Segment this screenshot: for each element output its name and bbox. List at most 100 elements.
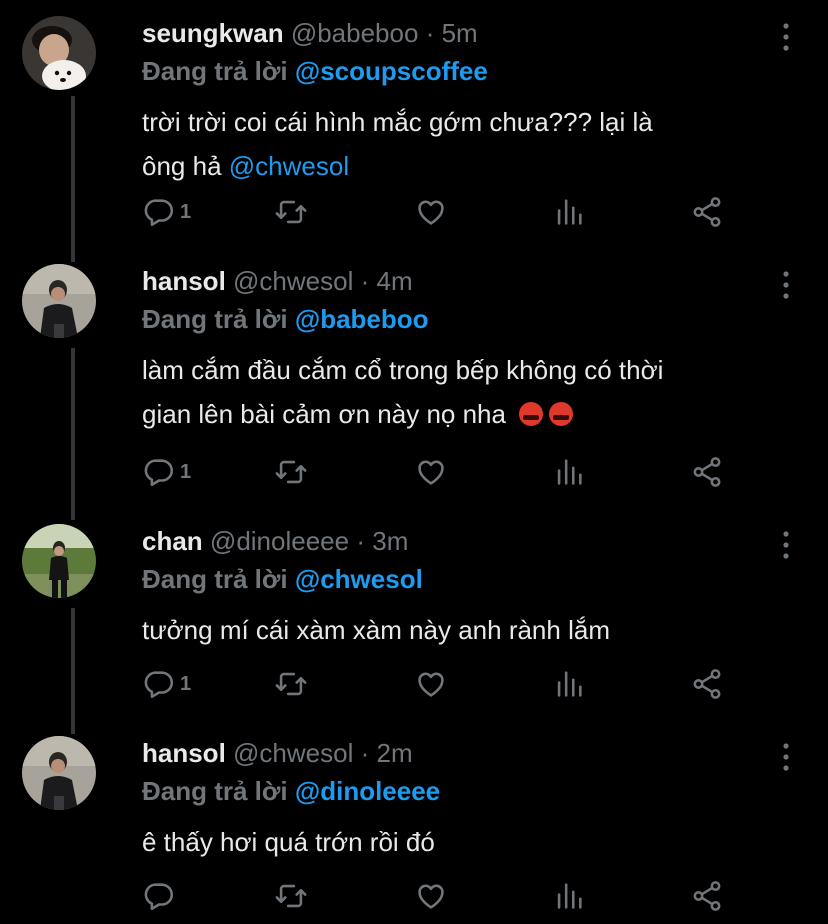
like-button[interactable] [414, 192, 448, 232]
share-icon [690, 879, 724, 913]
separator-dot: · [356, 526, 365, 556]
action-bar: 1 [142, 452, 742, 492]
action-bar: 1 [142, 664, 742, 704]
angry-face-emoji [519, 402, 544, 426]
analytics-button[interactable] [552, 192, 586, 232]
handle[interactable]: @chwesol [233, 738, 353, 768]
retweet-icon [274, 667, 308, 701]
tweet-text: làm cắm đầu cắm cổ trong bếp không có th… [142, 348, 802, 436]
angry-face-emoji [549, 402, 574, 426]
more-icon[interactable] [772, 20, 800, 54]
text-mention[interactable]: @chwesol [229, 151, 349, 181]
reply-button[interactable] [142, 876, 180, 916]
separator-dot: · [360, 266, 370, 296]
tweet-text: ê thấy hơi quá trớn rồi đó [142, 820, 802, 864]
share-icon [690, 667, 724, 701]
like-button[interactable] [414, 452, 448, 492]
analytics-button[interactable] [552, 664, 586, 704]
reply-context: Đang trả lời @chwesol [142, 562, 423, 596]
reply-count: 1 [180, 200, 192, 223]
like-button[interactable] [414, 876, 448, 916]
tweet-header: hansol @chwesol · 2m [142, 736, 413, 770]
retweet-button[interactable] [274, 192, 308, 232]
analytics-icon [552, 667, 586, 701]
avatar[interactable] [22, 264, 96, 338]
analytics-button[interactable] [552, 452, 586, 492]
timestamp[interactable]: 3m [372, 526, 408, 556]
analytics-icon [552, 455, 586, 489]
avatar[interactable] [22, 736, 96, 810]
reply-button[interactable]: 1 [142, 664, 191, 704]
reply-context: Đang trả lời @dinoleeee [142, 774, 440, 808]
tweet-header: chan @dinoleeee · 3m [142, 524, 408, 558]
action-bar [142, 876, 742, 916]
tweet-text: tưởng mí cái xàm xàm này anh rành lắm [142, 608, 802, 652]
tweet-text-line: gian lên bài cảm ơn này nọ nha [142, 399, 506, 429]
handle[interactable]: @chwesol [233, 266, 353, 296]
share-button[interactable] [690, 192, 724, 232]
timestamp[interactable]: 5m [442, 18, 478, 48]
reply-icon [142, 455, 176, 489]
like-icon [414, 667, 448, 701]
like-icon [414, 195, 448, 229]
tweet-text-line: ông hả [142, 151, 222, 181]
avatar-person-in-park [22, 524, 96, 598]
like-button[interactable] [414, 664, 448, 704]
tweet-text-line: ê thấy hơi quá trớn rồi đó [142, 827, 435, 857]
reply-context: Đang trả lời @babeboo [142, 302, 429, 336]
analytics-icon [552, 195, 586, 229]
reply-mention[interactable]: @babeboo [295, 304, 429, 334]
tweet-text: trời trời coi cái hình mắc gớm chưa??? l… [142, 100, 802, 188]
reply-count: 1 [180, 460, 192, 483]
avatar[interactable] [22, 524, 96, 598]
tweet[interactable]: seungkwan @babeboo · 5m Đang trả lời @sc… [0, 16, 828, 240]
tweet-header: seungkwan @babeboo · 5m [142, 16, 478, 50]
tweet[interactable]: hansol @chwesol · 4m Đang trả lời @babeb… [0, 264, 828, 494]
reply-count: 1 [180, 672, 192, 695]
retweet-button[interactable] [274, 876, 308, 916]
display-name[interactable]: seungkwan [142, 18, 284, 48]
handle[interactable]: @dinoleeee [210, 526, 349, 556]
share-button[interactable] [690, 876, 724, 916]
reply-button[interactable]: 1 [142, 452, 191, 492]
avatar[interactable] [22, 16, 96, 90]
avatar-person-dark-jacket [22, 736, 96, 810]
like-icon [414, 879, 448, 913]
separator-dot: · [360, 738, 370, 768]
more-icon[interactable] [772, 740, 800, 774]
reply-mention[interactable]: @scoupscoffee [295, 56, 488, 86]
reply-prefix: Đang trả lời [142, 304, 288, 334]
handle[interactable]: @babeboo [291, 18, 419, 48]
reply-prefix: Đang trả lời [142, 56, 288, 86]
analytics-button[interactable] [552, 876, 586, 916]
tweet[interactable]: hansol @chwesol · 2m Đang trả lời @dinol… [0, 736, 828, 924]
tweet-text-line: trời trời coi cái hình mắc gớm chưa??? l… [142, 107, 653, 137]
reply-mention[interactable]: @dinoleeee [295, 776, 440, 806]
separator-dot: · [425, 18, 435, 48]
display-name[interactable]: hansol [142, 738, 226, 768]
more-icon[interactable] [772, 528, 800, 562]
more-icon[interactable] [772, 268, 800, 302]
display-name[interactable]: hansol [142, 266, 226, 296]
retweet-icon [274, 195, 308, 229]
display-name[interactable]: chan [142, 526, 203, 556]
retweet-button[interactable] [274, 664, 308, 704]
share-button[interactable] [690, 452, 724, 492]
tweet-text-line: làm cắm đầu cắm cổ trong bếp không có th… [142, 355, 664, 385]
avatar-person-dark-jacket [22, 264, 96, 338]
reply-prefix: Đang trả lời [142, 776, 288, 806]
reply-mention[interactable]: @chwesol [295, 564, 423, 594]
tweet-header: hansol @chwesol · 4m [142, 264, 413, 298]
reply-prefix: Đang trả lời [142, 564, 288, 594]
reply-button[interactable]: 1 [142, 192, 191, 232]
retweet-icon [274, 455, 308, 489]
reply-icon [142, 195, 176, 229]
reply-icon [142, 879, 176, 913]
retweet-icon [274, 879, 308, 913]
timestamp[interactable]: 2m [377, 738, 413, 768]
timestamp[interactable]: 4m [377, 266, 413, 296]
share-button[interactable] [690, 664, 724, 704]
retweet-button[interactable] [274, 452, 308, 492]
share-icon [690, 455, 724, 489]
tweet[interactable]: chan @dinoleeee · 3m Đang trả lời @chwes… [0, 524, 828, 708]
